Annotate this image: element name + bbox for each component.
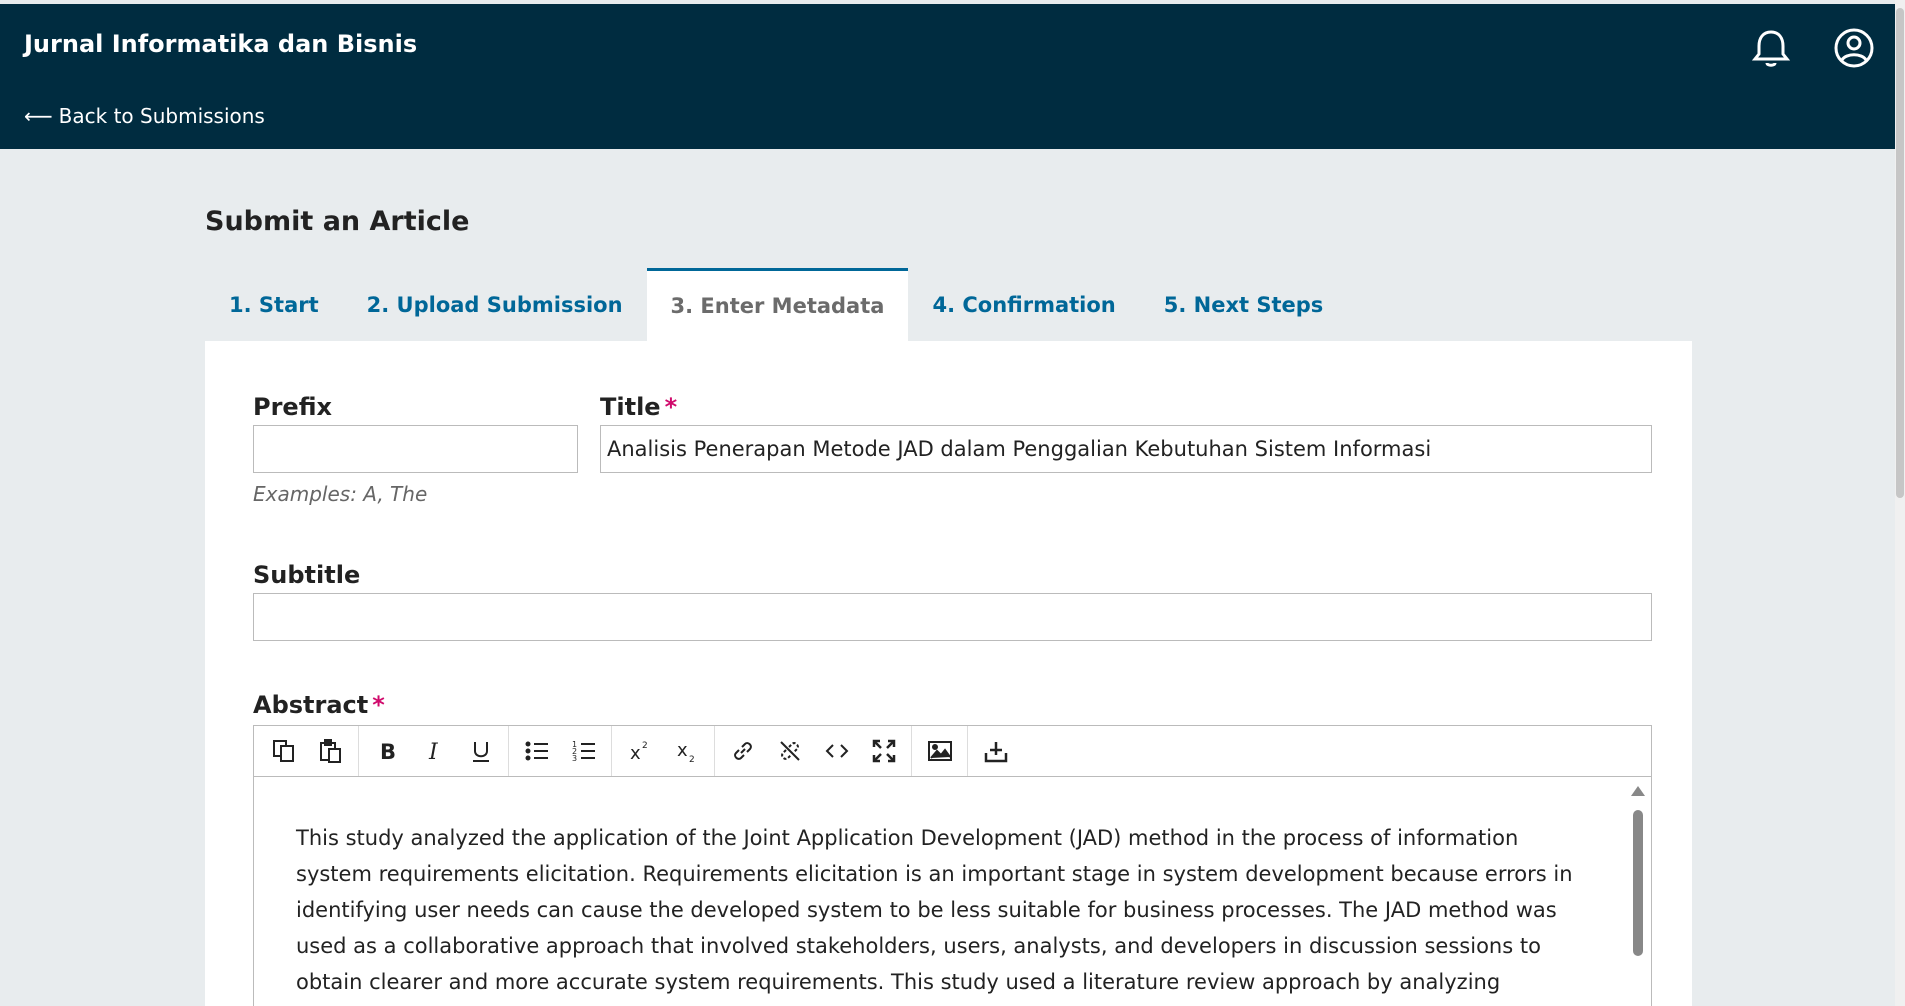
required-mark: * <box>664 393 678 421</box>
image-icon[interactable] <box>916 729 963 774</box>
svg-text:B: B <box>380 740 396 764</box>
tab-confirmation[interactable]: 4. Confirmation <box>908 268 1139 341</box>
back-arrow-icon: ⟵ <box>24 104 53 128</box>
window-scrollbar-thumb[interactable] <box>1896 8 1904 498</box>
bold-icon[interactable]: B <box>363 729 410 774</box>
title-label-text: Title <box>600 393 661 421</box>
editor-toolbar: B I 123 x2 x 2 <box>254 726 1651 777</box>
unlink-icon[interactable] <box>766 729 813 774</box>
tab-upload-submission[interactable]: 2. Upload Submission <box>343 268 647 341</box>
required-mark: * <box>372 691 385 719</box>
bell-icon[interactable] <box>1749 26 1793 70</box>
superscript-icon[interactable]: x2 <box>616 729 663 774</box>
abstract-text-area[interactable]: This study analyzed the application of t… <box>254 778 1651 1006</box>
subtitle-label: Subtitle <box>253 561 361 589</box>
upload-icon[interactable] <box>972 729 1019 774</box>
prefix-help-text: Examples: A, The <box>253 482 428 506</box>
prefix-label: Prefix <box>253 393 332 421</box>
subscript-icon[interactable]: x2 <box>663 729 710 774</box>
link-icon[interactable] <box>719 729 766 774</box>
tab-enter-metadata[interactable]: 3. Enter Metadata <box>646 268 909 341</box>
underline-icon[interactable] <box>457 729 504 774</box>
tab-start[interactable]: 1. Start <box>205 268 343 341</box>
site-title[interactable]: Jurnal Informatika dan Bisnis <box>24 30 417 58</box>
svg-text:2: 2 <box>642 741 648 751</box>
italic-icon[interactable]: I <box>410 729 457 774</box>
abstract-label-text: Abstract <box>253 691 369 719</box>
metadata-form-panel: Prefix Examples: A, The Title* Subtitle … <box>205 341 1692 1006</box>
svg-text:2: 2 <box>689 755 695 764</box>
svg-text:3: 3 <box>572 754 577 763</box>
subtitle-input[interactable] <box>253 593 1652 641</box>
page-title: Submit an Article <box>205 206 470 237</box>
svg-text:I: I <box>428 740 439 764</box>
editor-scrollbar-thumb[interactable] <box>1633 810 1643 956</box>
abstract-rich-text-editor: B I 123 x2 x 2 This study analyzed the a… <box>253 725 1652 1006</box>
back-to-submissions-label: Back to Submissions <box>58 104 265 128</box>
tab-next-steps[interactable]: 5. Next Steps <box>1140 268 1348 341</box>
editor-scrollbar[interactable] <box>1631 784 1645 964</box>
scroll-up-arrow-icon[interactable] <box>1631 786 1645 796</box>
svg-text:x: x <box>630 743 641 764</box>
bullet-list-icon[interactable] <box>513 729 560 774</box>
prefix-input[interactable] <box>253 425 578 473</box>
site-header: Jurnal Informatika dan Bisnis ⟵ Back to … <box>0 4 1895 149</box>
title-input[interactable] <box>600 425 1652 473</box>
user-account-icon[interactable] <box>1832 26 1876 70</box>
code-icon[interactable] <box>813 729 860 774</box>
back-to-submissions-link[interactable]: ⟵ Back to Submissions <box>24 104 265 128</box>
abstract-label: Abstract * <box>253 691 385 719</box>
submission-steps-tabs: 1. Start 2. Upload Submission 3. Enter M… <box>205 268 1347 341</box>
title-label: Title * <box>600 393 677 421</box>
paste-icon[interactable] <box>307 729 354 774</box>
svg-text:x: x <box>677 740 688 761</box>
fullscreen-icon[interactable] <box>860 729 907 774</box>
window-scrollbar[interactable] <box>1895 0 1905 1006</box>
copy-icon[interactable] <box>260 729 307 774</box>
numbered-list-icon[interactable]: 123 <box>560 729 607 774</box>
